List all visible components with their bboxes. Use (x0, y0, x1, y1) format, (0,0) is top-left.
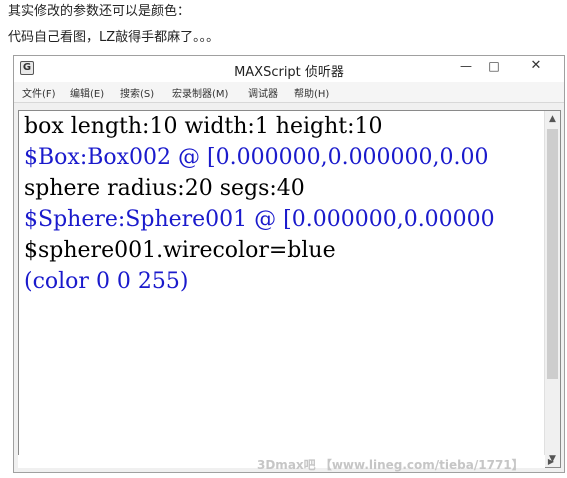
menu-item-macro-recorder[interactable]: 宏录制器(M) (172, 85, 228, 100)
listener-line-output: (color 0 0 255) (24, 269, 189, 294)
listener-line-input: sphere radius:20 segs:40 (24, 176, 305, 201)
title-bar[interactable]: G MAXScript 侦听器 — □ ✕ (14, 56, 564, 82)
menu-item-debugger[interactable]: 调试器 (248, 85, 278, 100)
scroll-thumb[interactable] (547, 129, 558, 379)
scroll-right-arrow-icon[interactable]: ▶ (545, 455, 557, 468)
listener-line-input: box length:10 width:1 height:10 (24, 114, 383, 139)
post-text-line-2: 代码自己看图，LZ敲得手都麻了。。。 (8, 30, 220, 45)
menu-item-search[interactable]: 搜索(S) (120, 85, 154, 100)
menu-item-file[interactable]: 文件(F) (22, 85, 56, 100)
listener-text-area[interactable]: box length:10 width:1 height:10 $Box:Box… (18, 110, 561, 468)
scroll-up-arrow-icon[interactable]: ▲ (545, 111, 560, 127)
close-button[interactable]: ✕ (514, 56, 558, 76)
listener-line-input: $sphere001.wirecolor=blue (24, 238, 336, 263)
listener-line-output: $Sphere:Sphere001 @ [0.000000,0.00000 (24, 207, 495, 232)
menu-item-edit[interactable]: 编辑(E) (70, 85, 104, 100)
post-text-line-1: 其实修改的参数还可以是颜色： (8, 4, 191, 19)
vertical-scrollbar[interactable]: ▲ ▼ (544, 111, 560, 467)
listener-line-output: $Box:Box002 @ [0.000000,0.000000,0.00 (24, 145, 489, 170)
menu-item-help[interactable]: 帮助(H) (294, 85, 329, 100)
watermark-text: 3Dmax吧 【www.lineg.com/tieba/1771】 (257, 458, 524, 472)
maxscript-listener-window: G MAXScript 侦听器 — □ ✕ 文件(F) 编辑(E) 搜索(S) … (13, 55, 565, 473)
maximize-button[interactable]: □ (480, 56, 508, 76)
menu-bar: 文件(F) 编辑(E) 搜索(S) 宏录制器(M) 调试器 帮助(H) (14, 82, 564, 103)
minimize-button[interactable]: — (452, 56, 480, 76)
